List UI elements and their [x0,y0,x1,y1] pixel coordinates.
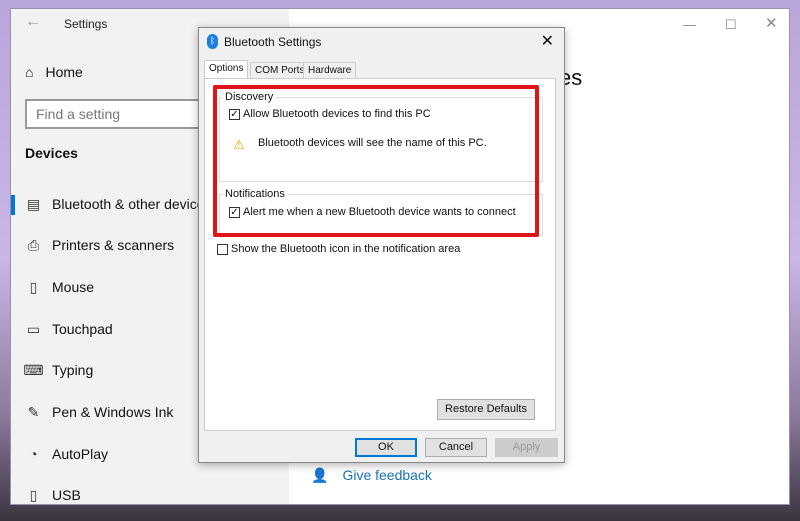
printer-icon: ⎙ [27,236,40,253]
show-icon-checkbox[interactable]: Show the Bluetooth icon in the notificat… [217,243,460,255]
bluetooth-icon: ᛒ [207,34,218,49]
tab-com-ports[interactable]: COM Ports [250,62,310,79]
ok-button[interactable]: OK [355,438,417,457]
dialog-titlebar: ᛒ Bluetooth Settings [207,34,321,49]
touchpad-icon: ▭ [26,320,41,337]
cancel-button[interactable]: Cancel [425,438,487,457]
restore-defaults-button[interactable]: Restore Defaults [437,399,535,420]
minimize-button[interactable]: — [683,17,696,32]
options-panel: Discovery ✓ Allow Bluetooth devices to fi… [204,78,556,431]
bluetooth-devices-icon: ▤ [26,195,41,212]
checkbox-unchecked-icon [217,243,228,255]
keyboard-icon: ⌨ [23,361,44,378]
window-title: Settings [64,17,108,31]
back-button[interactable]: ← [25,13,41,31]
usb-icon: ▯ [29,486,38,503]
tab-hardware[interactable]: Hardware [303,62,357,79]
section-heading: Devices [25,145,78,161]
feedback-icon: 👤 [311,467,329,483]
apply-button[interactable]: Apply [495,438,558,457]
maximize-button[interactable]: ☐ [725,17,737,33]
highlight-box [213,85,539,237]
close-button[interactable]: ✕ [765,14,778,32]
mouse-icon: ▯ [29,278,38,295]
dialog-close-button[interactable]: ✕ [541,31,554,51]
sidebar-item-usb[interactable]: ▯ USB [11,480,289,510]
home-icon: ⌂ [25,64,34,80]
autoplay-icon: ◔ [29,446,38,462]
tab-options[interactable]: Options [204,60,249,80]
pen-icon: ✎ [27,403,40,420]
sidebar-home[interactable]: ⌂ Home [25,64,83,80]
bluetooth-settings-dialog: ᛒ Bluetooth Settings ✕ Options COM Ports … [198,27,565,463]
give-feedback-link[interactable]: 👤 Give feedback [311,467,432,484]
